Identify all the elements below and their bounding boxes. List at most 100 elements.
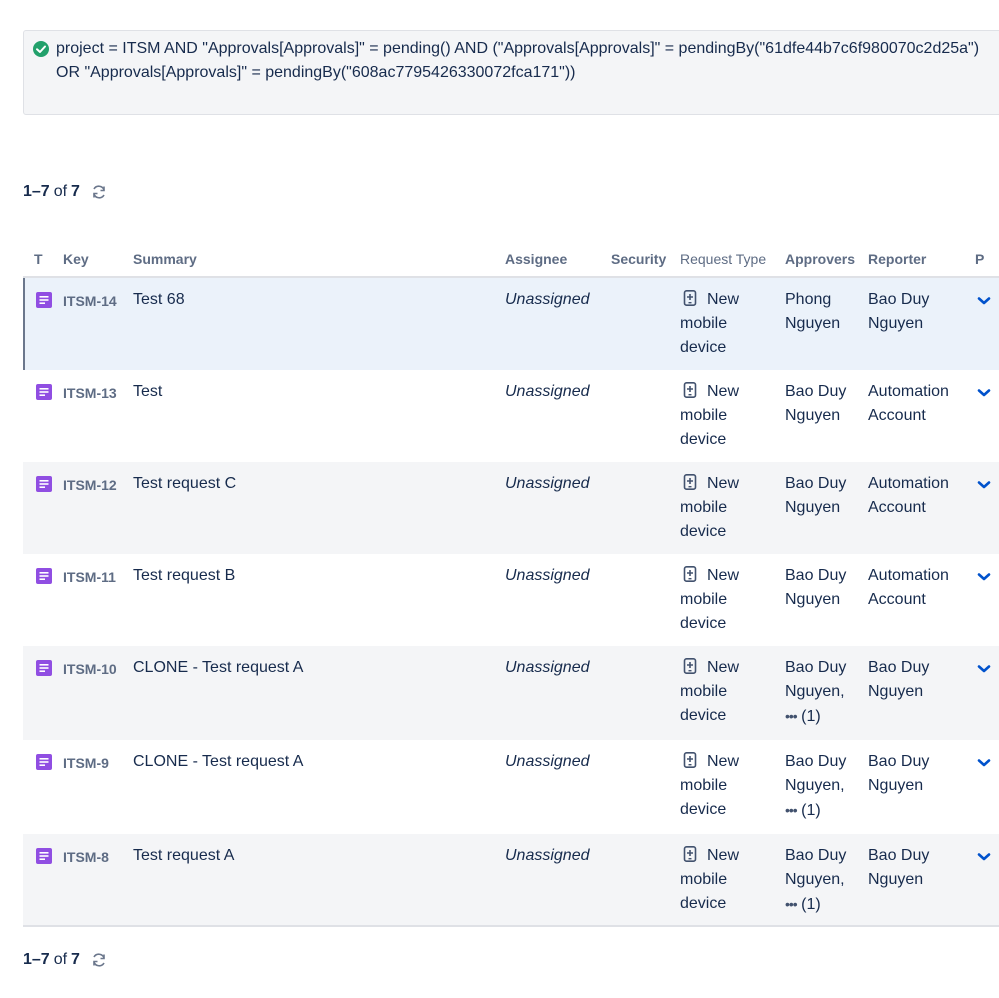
issue-reporter: Bao Duy Nguyen [868, 291, 930, 332]
col-key[interactable]: Key [63, 251, 89, 267]
issue-approvers: Bao Duy Nguyen, ••• (1) [785, 844, 865, 917]
col-assignee[interactable]: Assignee [505, 251, 567, 267]
approver-names: Phong Nguyen [785, 291, 841, 332]
col-request-type[interactable]: Request Type [680, 251, 766, 267]
issue-reporter: Automation Account [868, 475, 949, 516]
issue-request-type: New mobile device [680, 472, 770, 544]
jql-query-box[interactable]: project = ITSM AND "Approvals[Approvals]… [23, 30, 999, 115]
pagination-top: 1–7 of 7 [23, 183, 108, 201]
table-row[interactable]: ITSM-9 CLONE - Test request A Unassigned… [23, 740, 999, 834]
table-body: ITSM-14 Test 68 Unassigned New mobile de… [23, 278, 999, 926]
approver-names: Bao Duy Nguyen [785, 567, 847, 608]
chevron-down-icon[interactable] [976, 851, 992, 863]
issue-summary-link[interactable]: Test 68 [133, 288, 185, 312]
issue-summary-link[interactable]: Test [133, 380, 162, 404]
page-of-label: of [53, 951, 68, 968]
issue-summary-link[interactable]: Test request B [133, 564, 235, 588]
table-header: T Key Summary Assignee Security Request … [23, 246, 999, 278]
check-circle-icon [33, 41, 49, 57]
col-approvers[interactable]: Approvers [785, 251, 855, 267]
issue-request-type: New mobile device [680, 656, 770, 728]
chevron-down-icon[interactable] [976, 295, 992, 307]
table-row[interactable]: ITSM-13 Test Unassigned New mobile devic… [23, 370, 999, 462]
table-row[interactable]: ITSM-11 Test request B Unassigned New mo… [23, 554, 999, 646]
col-priority[interactable]: P [975, 251, 984, 267]
issue-summary-link[interactable]: CLONE - Test request A [133, 656, 303, 680]
table-row[interactable]: ITSM-10 CLONE - Test request A Unassigne… [23, 646, 999, 740]
chevron-down-icon[interactable] [976, 757, 992, 769]
issue-reporter: Bao Duy Nguyen [868, 847, 930, 888]
chevron-down-icon[interactable] [976, 387, 992, 399]
mobile-device-icon [683, 846, 697, 862]
approver-names: Bao Duy Nguyen, [785, 659, 847, 700]
approver-names: Bao Duy Nguyen, [785, 847, 847, 888]
page-total: 7 [71, 183, 80, 200]
issue-assignee: Unassigned [505, 567, 590, 584]
col-summary[interactable]: Summary [133, 251, 197, 267]
issue-assignee: Unassigned [505, 753, 590, 770]
issue-assignee: Unassigned [505, 847, 590, 864]
more-approvers-icon[interactable]: ••• [785, 802, 798, 818]
approver-names: Bao Duy Nguyen, [785, 753, 847, 794]
mobile-device-icon [683, 290, 697, 306]
service-request-icon [36, 660, 52, 676]
more-approvers-count[interactable]: (1) [801, 802, 821, 819]
issue-assignee: Unassigned [505, 383, 590, 400]
service-request-icon [36, 568, 52, 584]
chevron-down-icon[interactable] [976, 571, 992, 583]
issue-key-link[interactable]: ITSM-13 [63, 381, 117, 405]
page-range: 1–7 [23, 183, 50, 200]
table-row[interactable]: ITSM-8 Test request A Unassigned New mob… [23, 834, 999, 926]
col-reporter[interactable]: Reporter [868, 251, 926, 267]
issue-key-link[interactable]: ITSM-14 [63, 289, 117, 313]
chevron-down-icon[interactable] [976, 663, 992, 675]
table-bottom-divider [23, 925, 999, 927]
table-row[interactable]: ITSM-14 Test 68 Unassigned New mobile de… [23, 278, 999, 370]
mobile-device-icon [683, 752, 697, 768]
issue-summary-link[interactable]: CLONE - Test request A [133, 750, 303, 774]
approver-names: Bao Duy Nguyen [785, 475, 847, 516]
more-approvers-icon[interactable]: ••• [785, 708, 798, 724]
issues-table: T Key Summary Assignee Security Request … [23, 246, 999, 926]
issue-reporter: Automation Account [868, 383, 949, 424]
refresh-icon[interactable] [90, 951, 108, 969]
jql-query-text[interactable]: project = ITSM AND "Approvals[Approvals]… [56, 37, 996, 85]
more-approvers-count[interactable]: (1) [801, 708, 821, 725]
issue-summary-link[interactable]: Test request A [133, 844, 234, 868]
page-range: 1–7 [23, 951, 50, 968]
issue-key-link[interactable]: ITSM-8 [63, 845, 109, 869]
mobile-device-icon [683, 474, 697, 490]
issue-approvers: Bao Duy Nguyen [785, 472, 865, 520]
issue-request-type: New mobile device [680, 844, 770, 916]
page-total: 7 [71, 951, 80, 968]
issue-summary-link[interactable]: Test request C [133, 472, 236, 496]
chevron-down-icon[interactable] [976, 479, 992, 491]
table-row[interactable]: ITSM-12 Test request C Unassigned New mo… [23, 462, 999, 554]
issue-approvers: Bao Duy Nguyen [785, 380, 865, 428]
issue-request-type: New mobile device [680, 380, 770, 452]
issue-reporter: Automation Account [868, 567, 949, 608]
issue-key-link[interactable]: ITSM-9 [63, 751, 109, 775]
more-approvers-icon[interactable]: ••• [785, 896, 798, 912]
issue-approvers: Bao Duy Nguyen [785, 564, 865, 612]
refresh-icon[interactable] [90, 183, 108, 201]
page-of-label: of [53, 183, 68, 200]
col-type[interactable]: T [34, 251, 43, 267]
issue-request-type: New mobile device [680, 750, 770, 822]
service-request-icon [36, 476, 52, 492]
issue-request-type: New mobile device [680, 288, 770, 360]
issue-approvers: Bao Duy Nguyen, ••• (1) [785, 656, 865, 729]
issue-key-link[interactable]: ITSM-10 [63, 657, 117, 681]
issue-approvers: Phong Nguyen [785, 288, 865, 336]
more-approvers-count[interactable]: (1) [801, 896, 821, 913]
mobile-device-icon [683, 658, 697, 674]
pagination-bottom: 1–7 of 7 [23, 951, 108, 969]
issue-approvers: Bao Duy Nguyen, ••• (1) [785, 750, 865, 823]
service-request-icon [36, 384, 52, 400]
issue-key-link[interactable]: ITSM-11 [63, 565, 116, 589]
col-security[interactable]: Security [611, 251, 666, 267]
issue-key-link[interactable]: ITSM-12 [63, 473, 117, 497]
mobile-device-icon [683, 382, 697, 398]
issue-reporter: Bao Duy Nguyen [868, 659, 930, 700]
mobile-device-icon [683, 566, 697, 582]
